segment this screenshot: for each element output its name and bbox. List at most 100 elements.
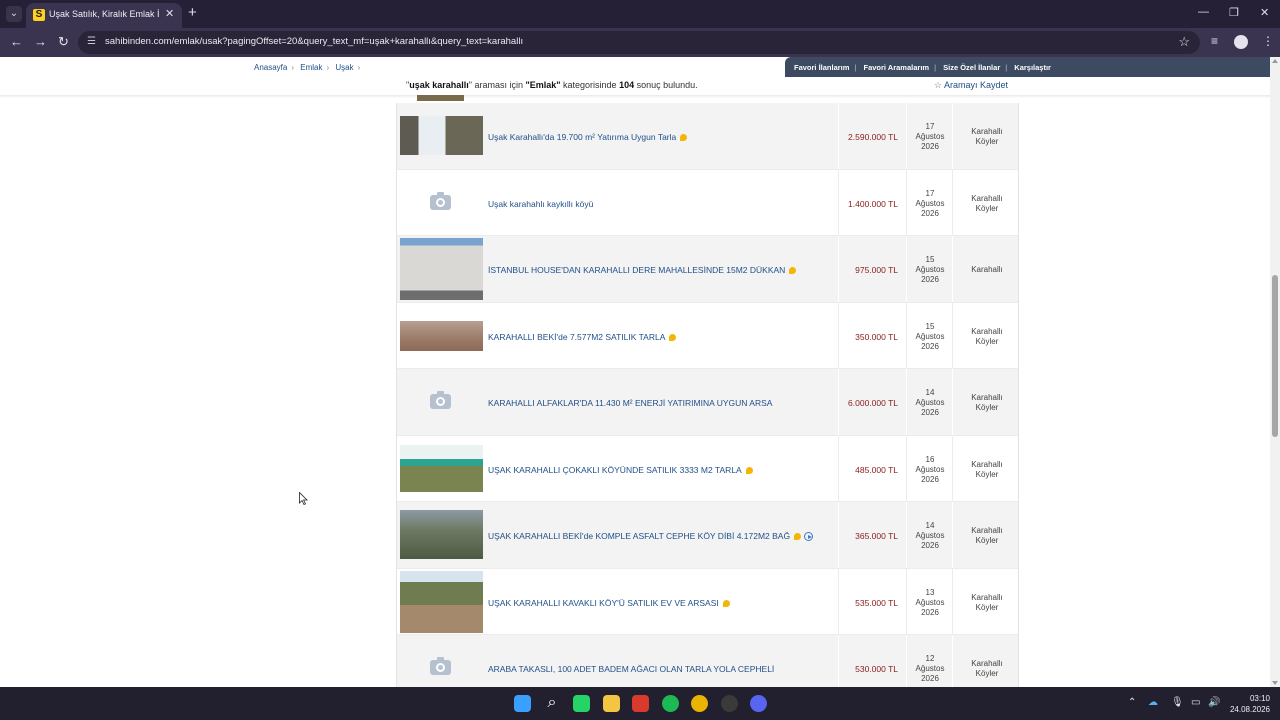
listing-thumbnail[interactable] xyxy=(400,570,483,633)
listing-date-month: Ağustos xyxy=(915,331,945,341)
listing-row[interactable]: KARAHALLI ALFAKLAR'DA 11.430 M² ENERJİ Y… xyxy=(397,369,1018,436)
listing-location-town: Karahallı xyxy=(971,326,1003,336)
menu-icon[interactable]: ⋮ xyxy=(1262,34,1274,48)
listing-title-text: ARABA TAKASLI, 100 ADET BADEM AĞACI OLAN… xyxy=(488,664,775,674)
listing-thumbnail[interactable] xyxy=(400,238,483,300)
url-text[interactable]: sahibinden.com/emlak/usak?pagingOffset=2… xyxy=(105,36,523,47)
listing-row[interactable]: KARAHALLI BEKİ'de 7.577M2 SATILIK TARLA 3… xyxy=(397,302,1018,369)
listing-image-cell[interactable] xyxy=(397,303,485,369)
discord-icon[interactable] xyxy=(750,695,767,712)
listing-location-cell: Karahallı Köyler xyxy=(952,369,1020,435)
listing-title-text: UŞAK KARAHALLI KAVAKLI KÖY'Ü SATILIK EV … xyxy=(488,597,719,608)
listing-title-cell: UŞAK KARAHALLI KAVAKLI KÖY'Ü SATILIK EV … xyxy=(485,569,838,635)
scroll-up-icon[interactable] xyxy=(1272,59,1278,63)
reload-icon[interactable]: ↻ xyxy=(58,34,69,50)
listing-price: 350.000 TL xyxy=(855,331,898,342)
listing-date-month: Ağustos xyxy=(915,198,945,208)
breadcrumb-emlak[interactable]: Emlak xyxy=(300,63,322,72)
whatsapp-icon[interactable] xyxy=(573,695,590,712)
maximize-icon[interactable]: ❐ xyxy=(1229,6,1239,19)
scroll-down-icon[interactable] xyxy=(1272,681,1278,685)
listing-row[interactable]: İSTANBUL HOUSE'DAN KARAHALLI DERE MAHALL… xyxy=(397,236,1018,303)
bookmark-star-icon[interactable]: ☆ xyxy=(1178,34,1190,50)
favorite-listings-link[interactable]: Favori İlanlarım xyxy=(794,63,849,72)
listing-title-link[interactable]: UŞAK KARAHALLI KAVAKLI KÖY'Ü SATILIK EV … xyxy=(488,598,730,608)
microphone-icon[interactable]: 🎙 xyxy=(1171,697,1184,708)
browser-tab[interactable]: S Uşak Satılık, Kiralık Emlak İlanları ✕ xyxy=(26,3,182,28)
network-icon[interactable]: ▭ xyxy=(1191,697,1200,708)
acrobat-icon[interactable] xyxy=(632,695,649,712)
listing-title-link[interactable]: Uşak Karahallı'da 19.700 m² Yatırıma Uyg… xyxy=(488,132,688,142)
listing-location-cell: Karahallı Köyler xyxy=(952,103,1020,169)
file-explorer-icon[interactable] xyxy=(602,695,620,712)
listing-image-cell[interactable] xyxy=(397,236,485,302)
back-icon[interactable]: ← xyxy=(10,34,23,49)
listing-date-day: 15 xyxy=(925,255,935,264)
listing-row[interactable]: UŞAK KARAHALLI ÇOKAKLI KÖYÜNDE SATILIK 3… xyxy=(397,435,1020,502)
listing-thumbnail[interactable] xyxy=(400,510,483,559)
site-info-icon[interactable]: ☰ xyxy=(87,36,96,47)
listing-thumbnail[interactable] xyxy=(400,116,483,155)
listing-title-link[interactable]: KARAHALLI ALFAKLAR'DA 11.430 M² ENERJİ Y… xyxy=(488,398,772,408)
onedrive-icon[interactable]: ☁ xyxy=(1148,697,1158,708)
spotify-icon[interactable] xyxy=(661,695,679,712)
tray-overflow-icon[interactable]: ⌃ xyxy=(1128,697,1136,708)
obs-icon[interactable] xyxy=(720,695,738,712)
forward-icon[interactable]: → xyxy=(34,34,47,49)
favorite-searches-link[interactable]: Favori Aramalarım xyxy=(863,63,929,72)
breadcrumb: Anasayfa › Emlak › Uşak › xyxy=(254,63,364,72)
listing-row[interactable]: UŞAK KARAHALLI BEKİ'de KOMPLE ASFALT CEP… xyxy=(397,502,1018,569)
listing-title-link[interactable]: İSTANBUL HOUSE'DAN KARAHALLI DERE MAHALL… xyxy=(488,265,797,275)
listing-title-link[interactable]: Uşak karahahlı kaykıllı köyü xyxy=(488,199,593,209)
listing-image-cell[interactable] xyxy=(397,103,485,169)
windows-start-icon[interactable] xyxy=(514,695,531,712)
system-clock[interactable]: 03:10 24.08.2026 xyxy=(1222,693,1270,715)
previous-listing-thumbnail[interactable] xyxy=(417,95,464,101)
listing-image-cell[interactable] xyxy=(397,170,485,236)
page-scrollbar[interactable] xyxy=(1270,57,1280,687)
listing-title-cell: Uşak karahahlı kaykıllı köyü xyxy=(485,170,838,236)
listing-thumbnail[interactable] xyxy=(400,444,483,492)
listing-title-link[interactable]: ARABA TAKASLI, 100 ADET BADEM AĞACI OLAN… xyxy=(488,664,774,674)
listing-price: 2.590.000 TL xyxy=(848,132,898,142)
scroll-thumb[interactable] xyxy=(1272,275,1278,437)
listing-title-link[interactable]: KARAHALLI BEKİ'de 7.577M2 SATILIK TARLA xyxy=(488,332,677,342)
listing-row[interactable]: Uşak karahahlı kaykıllı köyü 1.400.000 TL… xyxy=(397,169,1018,236)
listing-price: 535.000 TL xyxy=(855,597,898,608)
minimize-icon[interactable]: — xyxy=(1198,6,1209,18)
listing-image-cell[interactable] xyxy=(397,569,485,635)
media-control-icon[interactable]: ≡ xyxy=(1211,34,1218,48)
listing-row[interactable]: Uşak Karahallı'da 19.700 m² Yatırıma Uyg… xyxy=(397,103,1018,170)
close-window-icon[interactable]: ✕ xyxy=(1260,6,1269,19)
breadcrumb-home[interactable]: Anasayfa xyxy=(254,63,287,72)
listing-title-link[interactable]: UŞAK KARAHALLI BEKİ'de KOMPLE ASFALT CEP… xyxy=(488,531,814,541)
for-you-link[interactable]: Size Özel İlanlar xyxy=(943,63,1000,72)
volume-icon[interactable]: 🔊 xyxy=(1208,697,1220,708)
listing-title-cell: ARABA TAKASLI, 100 ADET BADEM AĞACI OLAN… xyxy=(485,635,838,687)
search-category: "Emlak" xyxy=(525,80,561,90)
listing-title-link[interactable]: UŞAK KARAHALLI ÇOKAKLI KÖYÜNDE SATILIK 3… xyxy=(488,465,753,475)
listing-image-cell[interactable] xyxy=(397,436,485,502)
listing-image-cell[interactable] xyxy=(397,502,485,568)
listing-image-cell[interactable] xyxy=(397,635,485,687)
search-icon[interactable]: ⌕ xyxy=(544,695,561,712)
listing-row[interactable]: UŞAK KARAHALLI KAVAKLI KÖY'Ü SATILIK EV … xyxy=(397,568,1018,635)
listing-date: 14 Ağustos 2026 xyxy=(907,388,953,418)
listing-image-cell[interactable] xyxy=(397,369,485,435)
address-bar[interactable]: ☰ sahibinden.com/emlak/usak?pagingOffset… xyxy=(78,31,1200,54)
breadcrumb-usak[interactable]: Uşak xyxy=(335,63,353,72)
chrome-icon[interactable] xyxy=(691,695,708,712)
save-search-link[interactable]: ☆ Aramayı Kaydet xyxy=(934,80,1008,91)
tab-search-button[interactable]: ⌄ xyxy=(6,6,22,22)
web-page: Anasayfa › Emlak › Uşak › Favori İlanlarım |… xyxy=(0,57,1270,687)
listing-title-cell: İSTANBUL HOUSE'DAN KARAHALLI DERE MAHALL… xyxy=(485,236,838,302)
compare-link[interactable]: Karşılaştır xyxy=(1014,63,1051,72)
listing-row[interactable]: ARABA TAKASLI, 100 ADET BADEM AĞACI OLAN… xyxy=(397,635,1018,687)
listing-location-cell: Karahallı Köyler xyxy=(952,435,1020,501)
listing-price-cell: 530.000 TL xyxy=(838,635,906,687)
new-tab-button[interactable]: + xyxy=(188,4,197,21)
listing-location-cell: Karahallı Köyler xyxy=(952,502,1020,568)
close-tab-icon[interactable]: ✕ xyxy=(165,7,174,20)
listing-thumbnail[interactable] xyxy=(400,320,483,351)
profile-avatar[interactable] xyxy=(1234,35,1248,49)
